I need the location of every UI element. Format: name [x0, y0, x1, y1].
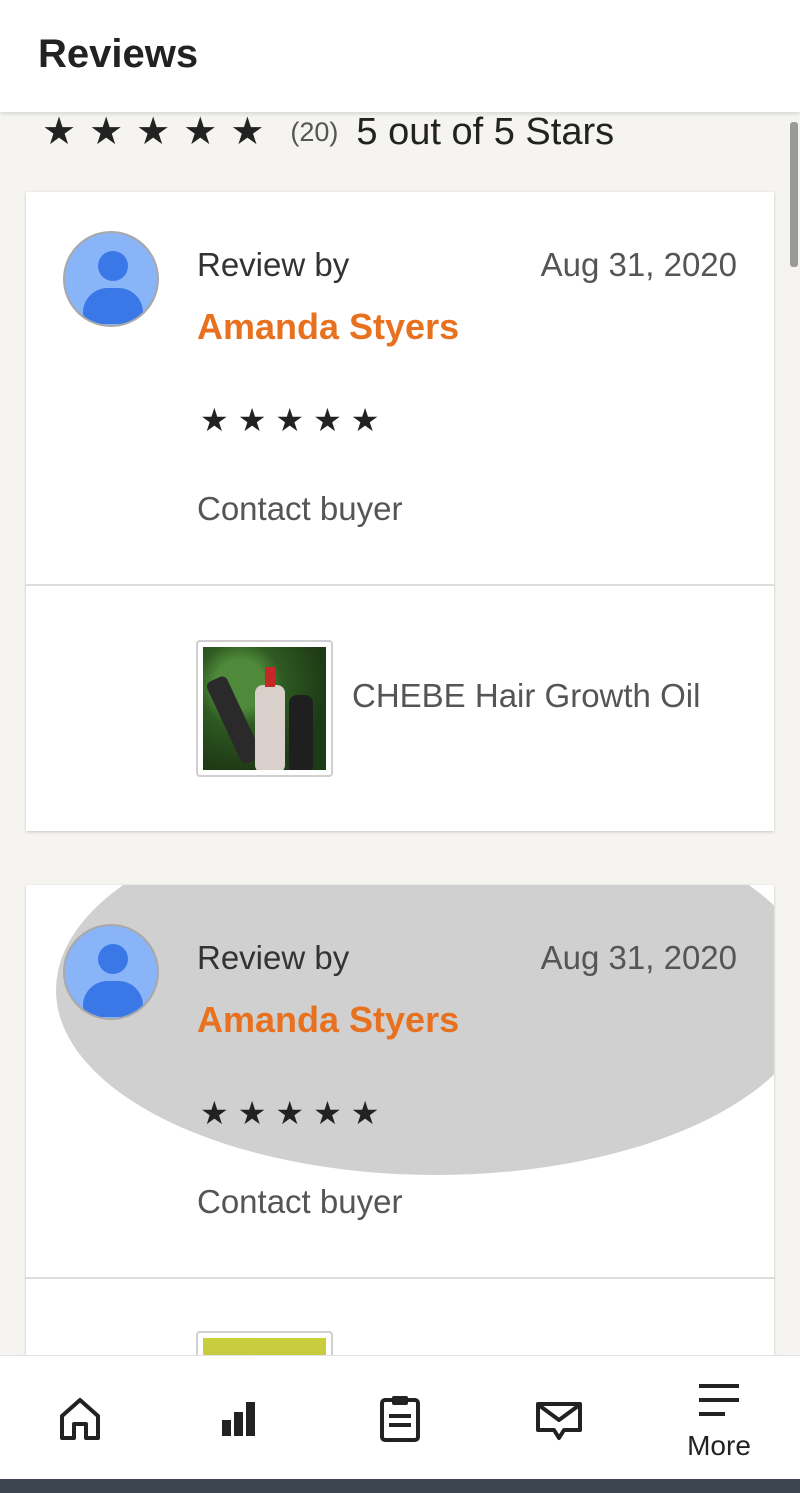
star-icon: ★: [230, 111, 265, 153]
rating-summary: ★ ★ ★ ★ ★ (20) 5 out of 5 Stars: [42, 110, 614, 154]
app-bar: Reviews: [0, 0, 800, 112]
review-date: Aug 31, 2020: [540, 939, 737, 976]
page-title: Reviews: [38, 32, 199, 76]
review-stars: ★ ★ ★ ★ ★: [200, 404, 379, 436]
star-icon: ★: [183, 111, 218, 153]
review-stars: ★ ★ ★ ★ ★: [200, 1097, 379, 1129]
scrollbar[interactable]: [790, 122, 798, 267]
system-nav-bar: [0, 1479, 800, 1493]
summary-stars: ★ ★ ★ ★ ★: [42, 113, 264, 151]
avatar-body-icon: [83, 288, 143, 324]
tab-more-label: More: [687, 1430, 751, 1461]
tab-home[interactable]: [20, 1356, 140, 1480]
product-thumbnail[interactable]: [196, 640, 333, 777]
rating-text: 5 out of 5 Stars: [356, 110, 615, 153]
contact-buyer-link[interactable]: Contact buyer: [197, 1183, 402, 1221]
messages-icon: [536, 1402, 582, 1440]
divider: [26, 1277, 774, 1279]
reviewer-name-link[interactable]: Amanda Styers: [197, 999, 459, 1041]
product-image: [203, 647, 326, 770]
avatar-head-icon: [98, 251, 128, 281]
review-count: (20): [290, 116, 339, 147]
product-name-link[interactable]: CHEBE Hair Growth Oil: [352, 676, 732, 716]
review-by-label: Review by: [197, 246, 350, 283]
menu-icon: [699, 1384, 739, 1416]
review-card: Review by Aug 31, 2020 Amanda Styers ★ ★…: [26, 192, 774, 831]
review-by-label: Review by: [197, 939, 350, 976]
star-icon: ★: [237, 402, 267, 438]
star-icon: ★: [313, 1095, 342, 1131]
divider: [26, 584, 774, 586]
bottom-tab-bar: More: [0, 1355, 800, 1479]
review-date: Aug 31, 2020: [540, 246, 737, 283]
star-icon: ★: [275, 1095, 305, 1131]
stats-icon: [222, 1402, 255, 1436]
star-icon: ★: [350, 1095, 380, 1131]
tab-messages[interactable]: [499, 1356, 619, 1480]
avatar-body-icon: [83, 981, 143, 1017]
tab-more[interactable]: More: [659, 1356, 779, 1480]
orders-icon: [380, 1396, 420, 1442]
avatar[interactable]: [63, 231, 159, 327]
tab-orders[interactable]: [340, 1356, 460, 1480]
star-icon: ★: [200, 402, 229, 438]
contact-buyer-link[interactable]: Contact buyer: [197, 490, 402, 528]
star-icon: ★: [136, 111, 171, 153]
star-icon: ★: [275, 402, 305, 438]
star-icon: ★: [200, 1095, 229, 1131]
avatar-head-icon: [98, 944, 128, 974]
tab-stats[interactable]: [179, 1356, 299, 1480]
star-icon: ★: [42, 111, 77, 153]
avatar[interactable]: [63, 924, 159, 1020]
star-icon: ★: [237, 1095, 267, 1131]
reviewer-name-link[interactable]: Amanda Styers: [197, 306, 459, 348]
star-icon: ★: [89, 111, 124, 153]
home-icon: [60, 1398, 100, 1440]
star-icon: ★: [313, 402, 342, 438]
star-icon: ★: [350, 402, 380, 438]
review-card: Review by Aug 31, 2020 Amanda Styers ★ ★…: [26, 885, 774, 1405]
